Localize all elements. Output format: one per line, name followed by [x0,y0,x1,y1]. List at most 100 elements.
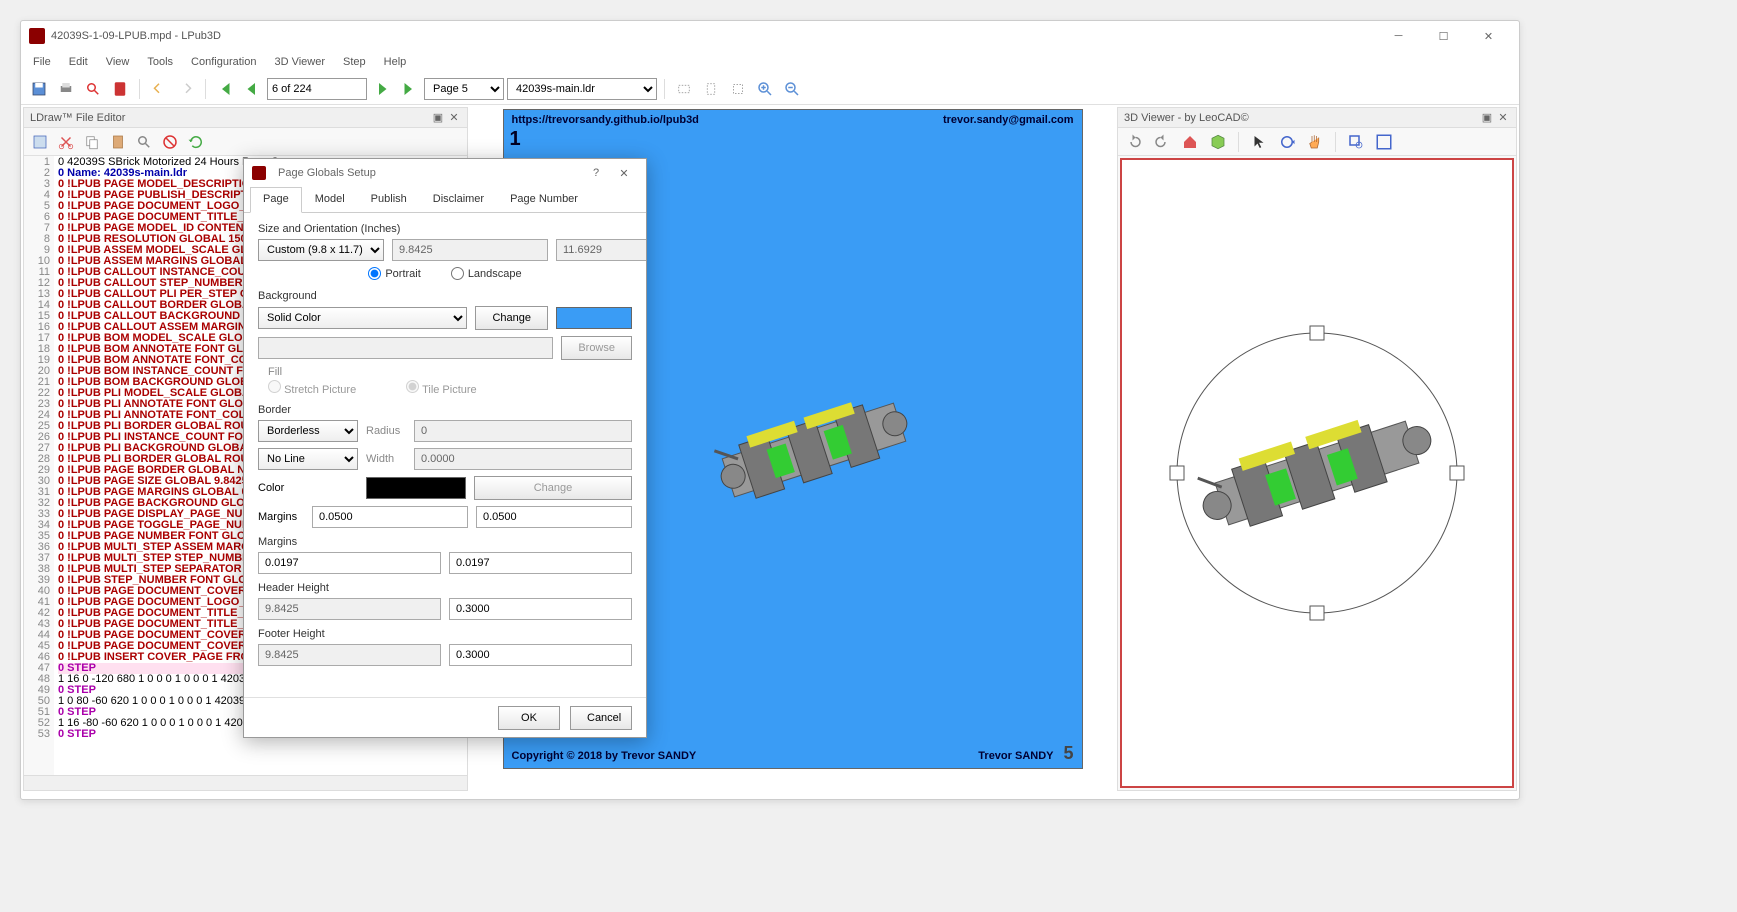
footer-val-input[interactable] [449,644,632,666]
dock-close-icon[interactable]: ✕ [447,111,461,125]
zoom-out-icon[interactable] [780,77,804,101]
menu-configuration[interactable]: Configuration [183,54,264,70]
bg-color-swatch[interactable] [556,307,632,329]
color-label: Color [258,482,358,494]
undo-icon[interactable] [147,77,171,101]
dialog-icon [252,166,266,180]
dialog-close-button[interactable]: ✕ [610,161,638,185]
border-line-select[interactable]: No Line [258,448,358,470]
delete-icon[interactable] [158,130,182,154]
menu-edit[interactable]: Edit [61,54,96,70]
main-toolbar: Page 5 42039s-main.ldr [21,73,1519,105]
tab-page[interactable]: Page [250,187,302,213]
cursor-icon[interactable] [1247,130,1271,154]
minimize-button[interactable]: ─ [1376,22,1421,50]
zoom-extents-icon[interactable] [1372,130,1396,154]
tab-model[interactable]: Model [302,187,358,213]
redo-icon[interactable] [174,77,198,101]
actual-size-icon[interactable] [726,77,750,101]
last-page-icon[interactable] [397,77,421,101]
page-width-input[interactable] [392,239,548,261]
border-color-swatch[interactable] [366,477,466,499]
background-type-select[interactable]: Solid Color [258,307,467,329]
page-counter-input[interactable] [267,78,367,100]
viewer-close-icon[interactable]: ✕ [1496,111,1510,125]
model-select[interactable]: 42039s-main.ldr [507,78,657,100]
border-type-select[interactable]: Borderless [258,420,358,442]
background-label: Background [258,290,632,302]
ok-button[interactable]: OK [498,706,560,730]
page-header-right: trevor.sandy@gmail.com [943,114,1074,126]
border-change-button[interactable]: Change [474,476,632,500]
menu-help[interactable]: Help [376,54,415,70]
window-title: 42039S-1-09-LPUB.mpd - LPub3D [51,30,1376,42]
dock-float-icon[interactable]: ▣ [431,111,445,125]
landscape-radio[interactable]: Landscape [451,267,522,280]
fit-width-icon[interactable] [672,77,696,101]
menubar: File Edit View Tools Configuration 3D Vi… [21,51,1519,73]
fit-page-icon[interactable] [699,77,723,101]
viewer-undo-icon[interactable] [1122,130,1146,154]
page-size-select[interactable]: Custom (9.8 x 11.7) [258,239,384,261]
margin-y-input[interactable] [476,506,632,528]
search-editor-icon[interactable] [132,130,156,154]
save-icon[interactable] [27,77,51,101]
portrait-radio[interactable]: Portrait [368,267,420,280]
browse-button[interactable]: Browse [561,336,632,360]
tab-publish[interactable]: Publish [358,187,420,213]
menu-tools[interactable]: Tools [139,54,181,70]
refresh-editor-icon[interactable] [184,130,208,154]
page-height-input[interactable] [556,239,646,261]
header-ro-input[interactable] [258,598,441,620]
zoom-in-icon[interactable] [753,77,777,101]
paste-icon[interactable] [106,130,130,154]
menu-file[interactable]: File [25,54,59,70]
margins2-label: Margins [258,536,632,548]
menu-step[interactable]: Step [335,54,374,70]
viewer-content[interactable] [1120,158,1514,788]
pdf-icon[interactable] [108,77,132,101]
footer-ro-input[interactable] [258,644,441,666]
border-width-input[interactable] [414,448,632,470]
viewer-home-icon[interactable] [1178,130,1202,154]
margin-x-input[interactable] [312,506,468,528]
header-height-label: Header Height [258,582,632,594]
margin2-x-input[interactable] [258,552,441,574]
find-icon[interactable] [81,77,105,101]
tab-disclaimer[interactable]: Disclaimer [420,187,497,213]
select-all-icon[interactable] [28,130,52,154]
page-header-left: https://trevorsandy.github.io/lpub3d [512,114,699,126]
page-select[interactable]: Page 5 [424,78,504,100]
margin2-y-input[interactable] [449,552,632,574]
viewer-redo-icon[interactable] [1150,130,1174,154]
viewer-title: 3D Viewer - by LeoCAD© [1124,112,1249,124]
first-page-icon[interactable] [213,77,237,101]
editor-hscroll[interactable] [24,775,467,790]
maximize-button[interactable]: ☐ [1421,22,1466,50]
page-footer-right: Trevor SANDY [978,750,1053,762]
close-button[interactable]: ✕ [1466,22,1511,50]
rotate-view-icon[interactable] [1275,130,1299,154]
menu-3dviewer[interactable]: 3D Viewer [266,54,333,70]
prev-page-icon[interactable] [240,77,264,101]
bg-change-button[interactable]: Change [475,306,548,330]
dialog-titlebar: Page Globals Setup ? ✕ [244,159,646,187]
dialog-body: Size and Orientation (Inches) Custom (9.… [244,213,646,697]
pan-icon[interactable] [1303,130,1327,154]
menu-view[interactable]: View [98,54,138,70]
dialog-help-button[interactable]: ? [582,161,610,185]
bg-image-path[interactable] [258,337,553,359]
zoom-region-icon[interactable] [1344,130,1368,154]
viewer-float-icon[interactable]: ▣ [1480,111,1494,125]
tab-pagenumber[interactable]: Page Number [497,187,591,213]
viewer-cube-icon[interactable] [1206,130,1230,154]
page-step-number: 1 [510,128,521,151]
app-icon [29,28,45,44]
print-icon[interactable] [54,77,78,101]
cancel-button[interactable]: Cancel [570,706,632,730]
copy-icon[interactable] [80,130,104,154]
cut-icon[interactable] [54,130,78,154]
next-page-icon[interactable] [370,77,394,101]
header-val-input[interactable] [449,598,632,620]
radius-input[interactable] [414,420,632,442]
